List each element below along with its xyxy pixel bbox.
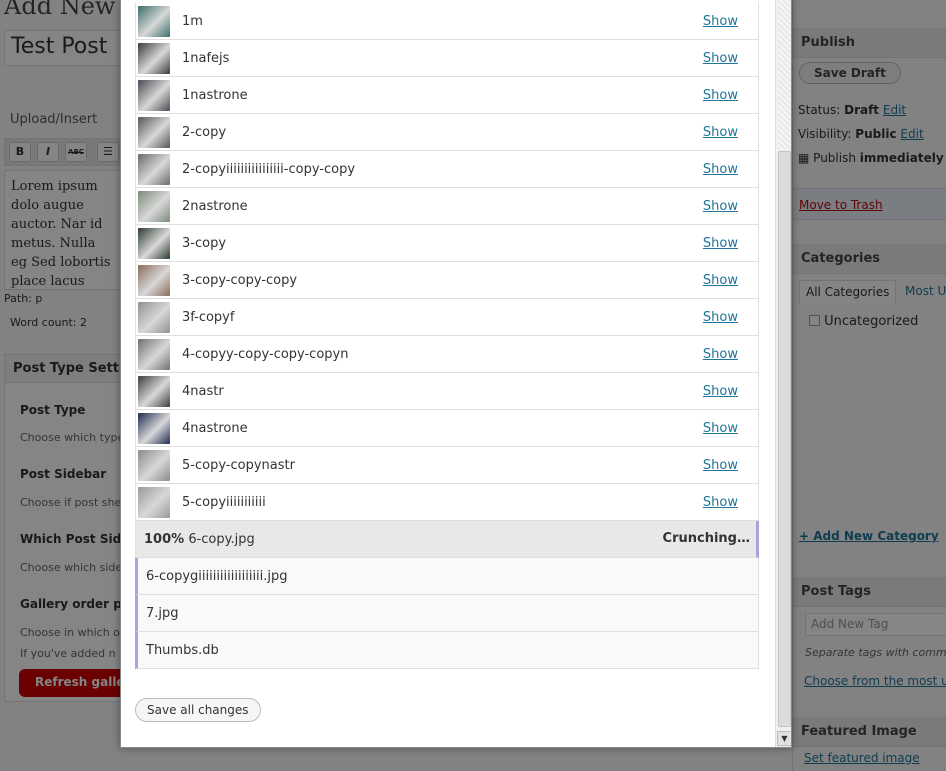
modal-scrollbar[interactable]: ▼ (775, 0, 791, 747)
scrollbar-track[interactable] (778, 0, 791, 149)
save-all-changes-button[interactable]: Save all changes (135, 698, 261, 722)
media-thumbnail (138, 376, 170, 407)
media-item-row: 3f-copyf Show (135, 299, 759, 336)
media-filename: 3-copy-copy-copy (182, 273, 298, 288)
scroll-down-arrow-icon[interactable]: ▼ (777, 731, 791, 746)
media-item-row: 1nastrone Show (135, 77, 759, 114)
show-details-link[interactable]: Show (703, 162, 738, 177)
media-filename: 3f-copyf (182, 310, 235, 325)
media-thumbnail (138, 117, 170, 148)
upload-status: Crunching… (662, 531, 750, 546)
upload-progress-row: 100% 6-copy.jpg Crunching… (135, 521, 759, 558)
media-filename: 5-copy-copynastr (182, 458, 295, 473)
media-thumbnail (138, 302, 170, 333)
queued-file-row: Thumbs.db (135, 632, 759, 669)
media-filename: 1nastrone (182, 88, 248, 103)
media-upload-modal: 1m Show 1nafejs Show 1nastrone Show 2-copy Show… (120, 0, 792, 748)
media-item-row: 1nafejs Show (135, 40, 759, 77)
media-filename: 2-copy (182, 125, 227, 140)
upload-percent: 100% (144, 532, 185, 547)
show-details-link[interactable]: Show (703, 421, 738, 436)
media-item-row: 3-copy-copy-copy Show (135, 262, 759, 299)
media-thumbnail (138, 339, 170, 370)
media-filename: 2nastrone (182, 199, 248, 214)
media-thumbnail (138, 487, 170, 518)
media-item-row: 4nastr Show (135, 373, 759, 410)
queued-file-row: 6-copygiiiiiiiiiiiiiiiiii.jpg (135, 558, 759, 595)
show-details-link[interactable]: Show (703, 458, 738, 473)
media-thumbnail (138, 450, 170, 481)
queued-filename: 7.jpg (146, 606, 179, 621)
media-filename: 1nafejs (182, 51, 230, 66)
show-details-link[interactable]: Show (703, 125, 738, 140)
media-filename: 2-copyiiiiiiiiiiiiiiii-copy-copy (182, 162, 356, 177)
scrollbar-thumb[interactable] (778, 151, 791, 727)
show-details-link[interactable]: Show (703, 495, 738, 510)
media-thumbnail (138, 80, 170, 111)
show-details-link[interactable]: Show (703, 14, 738, 29)
show-details-link[interactable]: Show (703, 199, 738, 214)
uploaded-files-list: 1m Show 1nafejs Show 1nastrone Show 2-copy Show… (135, 0, 759, 673)
media-item-row: 2nastrone Show (135, 188, 759, 225)
media-filename: 5-copyiiiiiiiiiii (182, 495, 266, 510)
media-item-row: 4-copyy-copy-copy-copyn Show (135, 336, 759, 373)
upload-filename: 6-copy.jpg (188, 532, 255, 547)
media-thumbnail (138, 191, 170, 222)
media-filename: 4nastrone (182, 421, 248, 436)
media-item-row: 2-copyiiiiiiiiiiiiiiii-copy-copy Show (135, 151, 759, 188)
media-item-row: 3-copy Show (135, 225, 759, 262)
media-filename: 1m (182, 14, 203, 29)
show-details-link[interactable]: Show (703, 273, 738, 288)
media-thumbnail (138, 6, 170, 37)
media-filename: 4-copyy-copy-copy-copyn (182, 347, 349, 362)
media-thumbnail (138, 265, 170, 296)
show-details-link[interactable]: Show (703, 384, 738, 399)
media-item-row: 5-copyiiiiiiiiiii Show (135, 484, 759, 521)
show-details-link[interactable]: Show (703, 236, 738, 251)
show-details-link[interactable]: Show (703, 88, 738, 103)
media-thumbnail (138, 154, 170, 185)
show-details-link[interactable]: Show (703, 347, 738, 362)
media-item-row: 1m Show (135, 3, 759, 40)
show-details-link[interactable]: Show (703, 310, 738, 325)
media-thumbnail (138, 43, 170, 74)
media-item-row: 5-copy-copynastr Show (135, 447, 759, 484)
show-details-link[interactable]: Show (703, 51, 738, 66)
media-filename: 4nastr (182, 384, 224, 399)
queued-filename: 6-copygiiiiiiiiiiiiiiiiii.jpg (146, 569, 288, 584)
media-filename: 3-copy (182, 236, 227, 251)
media-thumbnail (138, 413, 170, 444)
media-item-row: 4nastrone Show (135, 410, 759, 447)
media-thumbnail (138, 228, 170, 259)
media-item-row: 2-copy Show (135, 114, 759, 151)
queued-file-row: 7.jpg (135, 595, 759, 632)
upload-progress-label: 100% 6-copy.jpg (144, 532, 255, 547)
queued-filename: Thumbs.db (146, 643, 219, 658)
